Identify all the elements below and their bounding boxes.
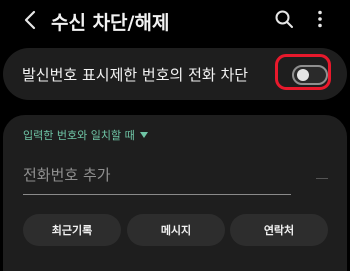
number-entry-card: 입력한 번호와 일치할 때 최근기록 메시지 연락처	[3, 115, 347, 271]
messages-button[interactable]: 메시지	[127, 214, 225, 246]
caret-down-icon	[139, 132, 148, 138]
chevron-left-icon	[24, 10, 36, 30]
page-title: 수신 차단/해제	[51, 12, 170, 34]
match-mode-dropdown[interactable]: 입력한 번호와 일치할 때	[23, 127, 148, 143]
block-unknown-switch[interactable]	[292, 65, 328, 85]
match-mode-label: 입력한 번호와 일치할 때	[23, 129, 135, 142]
search-button[interactable]	[274, 9, 294, 29]
search-icon	[275, 10, 293, 28]
add-number-button[interactable]	[316, 178, 328, 179]
back-button[interactable]	[20, 9, 42, 31]
block-unknown-label: 발신번호 표시제한 번호의 전화 차단	[22, 66, 249, 84]
switch-knob	[297, 69, 309, 81]
more-vertical-icon	[318, 10, 322, 28]
more-options-button[interactable]	[312, 9, 328, 29]
recent-log-button[interactable]: 최근기록	[23, 214, 121, 246]
contacts-button[interactable]: 연락처	[230, 214, 328, 246]
app-bar: 수신 차단/해제	[0, 0, 350, 40]
phone-number-input[interactable]	[23, 160, 291, 195]
block-unknown-setting[interactable]: 발신번호 표시제한 번호의 전화 차단	[3, 48, 347, 100]
